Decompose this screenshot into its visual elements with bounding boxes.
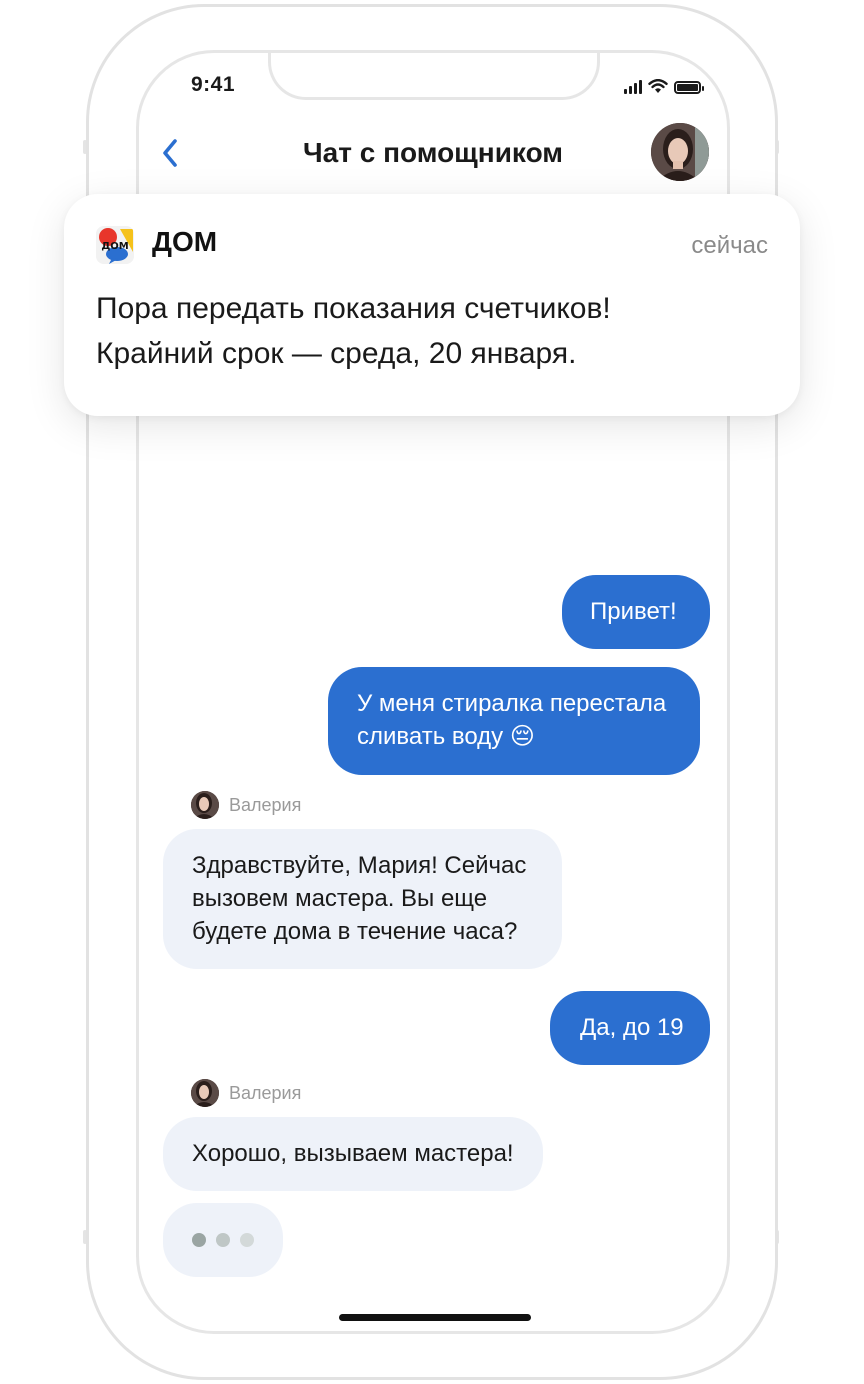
message-text: сливать воду 😔 (357, 723, 535, 750)
avatar[interactable] (651, 123, 709, 181)
outgoing-message: У меня стиралка перестала сливать воду 😔 (328, 667, 700, 775)
typing-dot (240, 1233, 254, 1247)
status-icons (624, 79, 704, 94)
signal-icon (624, 80, 642, 94)
sender-label: Валерия (191, 1079, 301, 1107)
notification-body: Пора передать показания счетчиков! Крайн… (96, 286, 776, 376)
notch (268, 53, 600, 100)
sender-avatar (191, 791, 219, 819)
message-text: будете дома в течение часа? (192, 918, 518, 945)
page-title: Чат с помощником (302, 137, 564, 168)
notification-line: Пора передать показания счетчиков! (96, 292, 611, 325)
home-indicator (339, 1314, 531, 1321)
notification-app-name: ДОМ (152, 226, 218, 257)
message-text: Здравствуйте, Мария! Сейчас (192, 852, 527, 879)
typing-dot (216, 1233, 230, 1247)
message-text: вызовем мастера. Вы еще (192, 885, 488, 912)
incoming-message: Здравствуйте, Мария! Сейчас вызовем маст… (163, 829, 562, 969)
battery-icon (674, 81, 704, 94)
push-notification[interactable]: ДОМ ДОМ сейчас Пора передать показания с… (64, 194, 800, 416)
sender-name: Валерия (229, 1082, 302, 1103)
typing-dot (192, 1233, 206, 1247)
message-text: Привет! (590, 598, 677, 625)
typing-indicator (163, 1203, 283, 1277)
status-time: 9:41 (191, 73, 236, 96)
message-text: Да, до 19 (580, 1014, 684, 1041)
message-text: У меня стиралка перестала (357, 690, 667, 717)
incoming-message: Хорошо, вызываем мастера! (163, 1117, 543, 1191)
sender-name: Валерия (229, 794, 302, 815)
sender-label: Валерия (191, 791, 301, 819)
app-logo: ДОМ (96, 226, 134, 264)
outgoing-message: Да, до 19 (550, 991, 710, 1065)
outgoing-message: Привет! (562, 575, 710, 649)
logo-text: ДОМ (101, 241, 128, 252)
notification-time: сейчас (691, 232, 768, 259)
message-text: Хорошо, вызываем мастера! (192, 1140, 514, 1167)
sender-avatar (191, 1079, 219, 1107)
wifi-icon (648, 79, 668, 93)
notification-line: Крайний срок — среда, 20 января. (96, 337, 577, 370)
